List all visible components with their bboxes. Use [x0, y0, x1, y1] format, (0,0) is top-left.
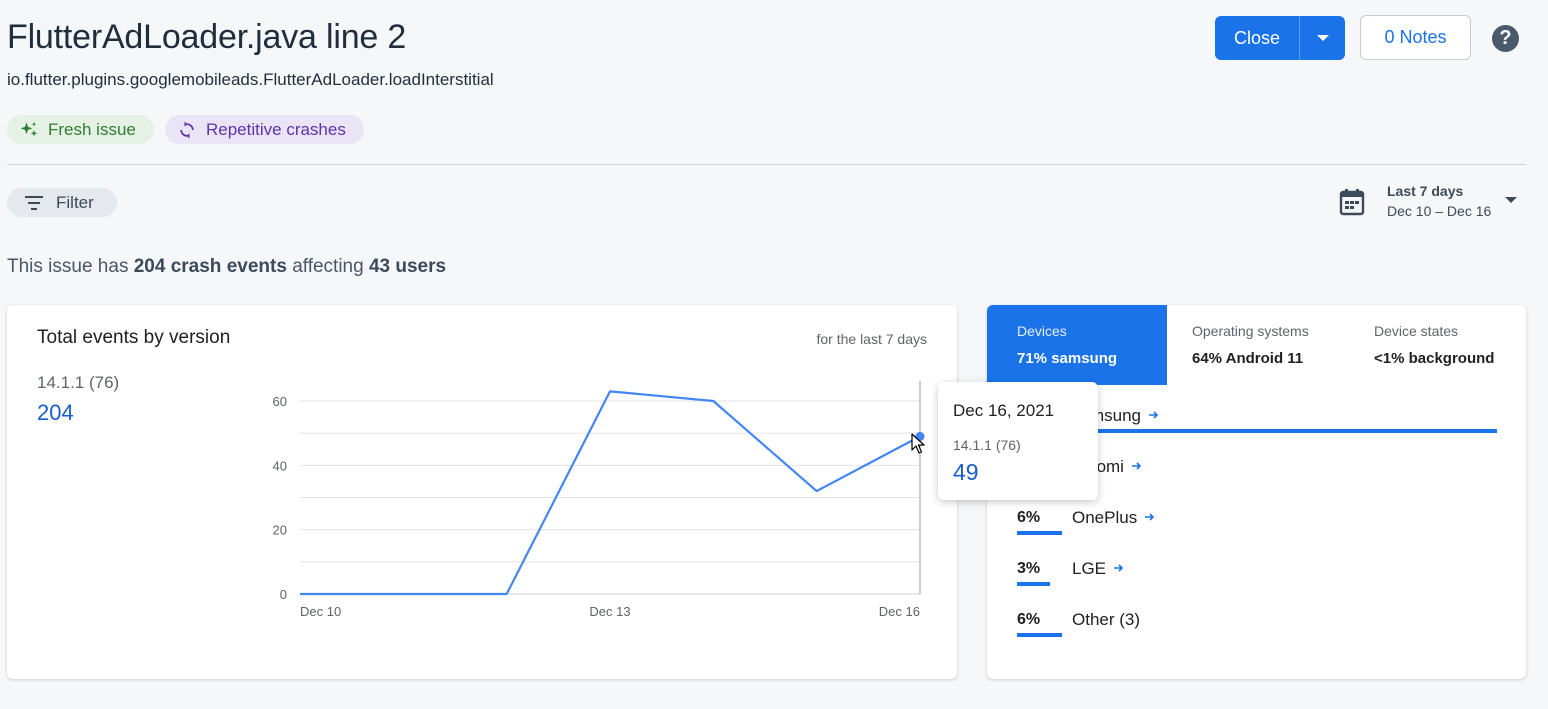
tooltip-version: 14.1.1 (76)	[953, 437, 1021, 453]
calendar-icon[interactable]	[1339, 188, 1365, 216]
header-divider	[7, 164, 1526, 165]
tooltip-value: 49	[953, 459, 979, 485]
y-tick-label: 0	[280, 587, 287, 602]
arrow-right-icon[interactable]	[1144, 511, 1156, 523]
device-row-bar	[1017, 633, 1062, 637]
repeat-icon	[180, 121, 194, 138]
summary-events: 204 crash events	[133, 256, 287, 277]
summary-users: 43 users	[368, 256, 447, 277]
device-row[interactable]: 3% LGE	[1017, 559, 1497, 600]
tab-os-value: 64% Android 11	[1192, 350, 1304, 367]
tab-states-label: Device states	[1374, 323, 1459, 339]
arrow-right-icon[interactable]	[1113, 562, 1125, 574]
series-line	[300, 390, 921, 596]
caret-down-icon	[1316, 35, 1329, 41]
close-button[interactable]: Close	[1215, 16, 1300, 60]
arrow-right-icon[interactable]	[1131, 460, 1143, 472]
arrow-right-icon[interactable]	[1148, 409, 1160, 421]
device-row-percent: 6%	[1017, 509, 1041, 526]
device-row-percent: 6%	[1017, 611, 1041, 628]
tab-states-value: <1% background	[1374, 350, 1495, 367]
issue-title: FlutterAdLoader.java line 2	[7, 18, 407, 56]
mouse-cursor-icon	[911, 433, 925, 454]
device-row-name: Other (3)	[1072, 610, 1141, 629]
fresh-issue-chip: Fresh issue	[7, 115, 154, 144]
device-row-name[interactable]: OnePlus	[1072, 508, 1137, 528]
events-by-version-card: Total events by version for the last 7 d…	[7, 305, 957, 679]
filter-label: Filter	[56, 192, 94, 212]
help-icon[interactable]: ?	[1492, 25, 1519, 52]
events-line-chart[interactable]: 0 20 40 60 Dec 10 Dec 13 Dec 16	[7, 305, 957, 679]
filter-button[interactable]: Filter	[7, 188, 117, 217]
close-options-button[interactable]	[1300, 16, 1345, 60]
y-tick-label: 20	[273, 523, 287, 538]
date-range-dropdown-icon[interactable]	[1504, 196, 1518, 204]
tab-devices[interactable]: Devices 71% samsung	[987, 305, 1167, 385]
device-row[interactable]: 6% OnePlus	[1017, 508, 1497, 549]
tab-operating-systems[interactable]: Operating systems 64% Android 11	[1167, 305, 1347, 385]
tab-device-states[interactable]: Device states <1% background	[1347, 305, 1526, 385]
device-row-bar	[1017, 582, 1050, 586]
tab-os-label: Operating systems	[1192, 323, 1309, 339]
chart-tooltip: Dec 16, 2021 14.1.1 (76) 49	[938, 382, 1098, 500]
sparkle-icon	[20, 121, 38, 137]
filter-icon	[25, 195, 43, 210]
fresh-issue-label: Fresh issue	[48, 119, 136, 139]
x-tick-label: Dec 13	[589, 604, 630, 619]
summary-prefix: This issue has	[7, 256, 129, 277]
issue-subtitle: io.flutter.plugins.googlemobileads.Flutt…	[7, 70, 494, 89]
x-tick-label: Dec 16	[879, 604, 920, 619]
tooltip-date: Dec 16, 2021	[953, 401, 1055, 420]
date-range-value[interactable]: Dec 10 – Dec 16	[1387, 203, 1491, 219]
repetitive-crashes-label: Repetitive crashes	[206, 119, 346, 139]
device-row-name[interactable]: LGE	[1072, 559, 1106, 579]
summary-middle: affecting	[292, 256, 364, 277]
issue-summary: This issue has 204 crash events affectin…	[7, 256, 446, 278]
device-row-percent: 3%	[1017, 560, 1041, 577]
date-range-title[interactable]: Last 7 days	[1387, 183, 1463, 199]
y-tick-label: 40	[273, 458, 287, 473]
notes-button[interactable]: 0 Notes	[1360, 15, 1471, 60]
y-tick-label: 60	[273, 394, 287, 409]
tab-devices-value: 71% samsung	[1017, 350, 1118, 367]
repetitive-crashes-chip: Repetitive crashes	[165, 115, 364, 144]
device-row: 6% Other (3)	[1017, 610, 1497, 651]
x-tick-label: Dec 10	[300, 604, 341, 619]
tab-devices-label: Devices	[1017, 323, 1067, 339]
device-row-bar	[1017, 531, 1062, 535]
close-button-group: Close	[1215, 16, 1345, 60]
